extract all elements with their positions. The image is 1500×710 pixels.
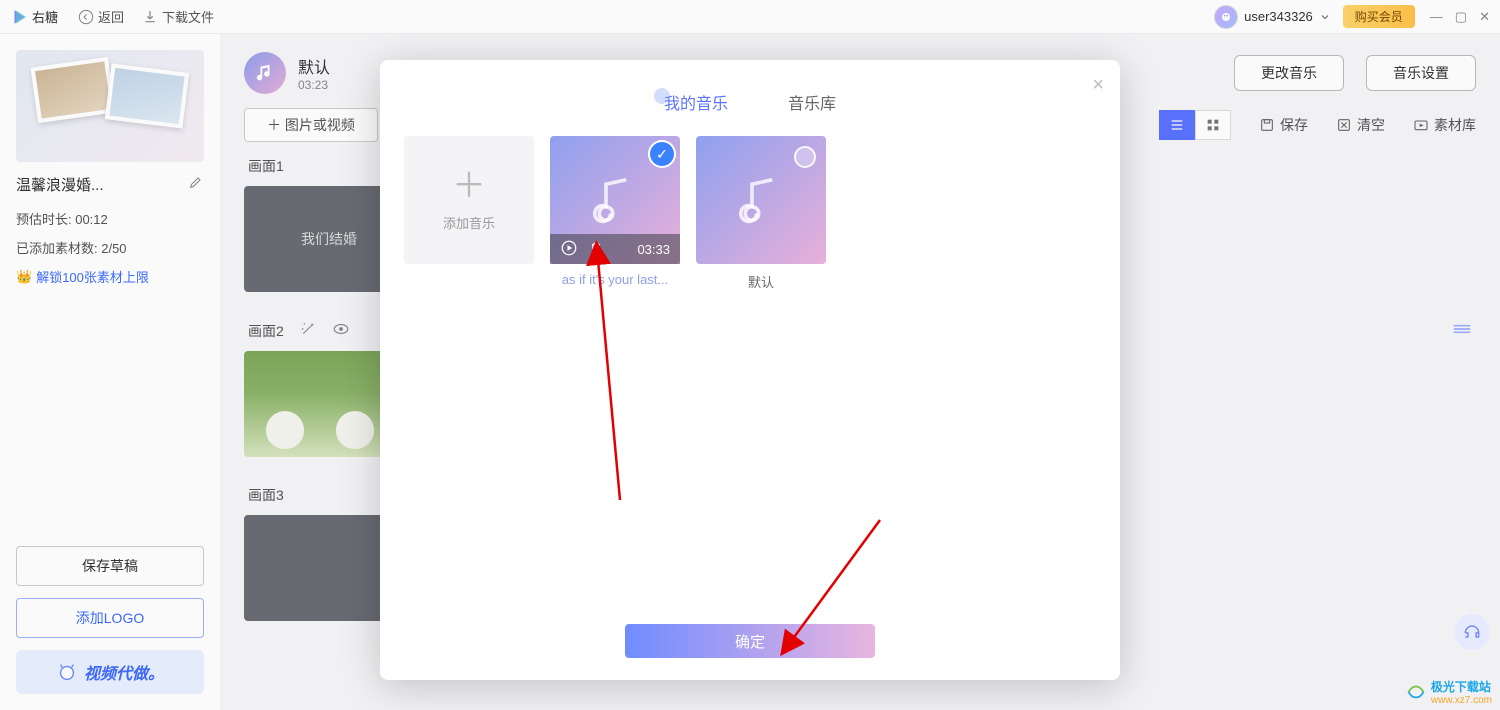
play-icon [560, 239, 578, 257]
music-item-2[interactable]: 默认 [696, 136, 826, 291]
add-music-label: 添加音乐 [443, 213, 495, 232]
unselected-ring-icon [794, 146, 816, 168]
tab-music-library[interactable]: 音乐库 [786, 86, 838, 118]
tab-my-music[interactable]: 我的音乐 [662, 86, 730, 118]
music-duration: 03:33 [637, 242, 670, 257]
headset-icon [1462, 622, 1482, 642]
confirm-button[interactable]: 确定 [625, 624, 875, 658]
modal-close-button[interactable]: × [1092, 74, 1104, 97]
help-button[interactable] [1454, 614, 1490, 650]
music-item-label: as if it's your last... [550, 272, 680, 287]
music-item-1[interactable]: ✓ 03:33 as if it's your last... [550, 136, 680, 287]
plus-icon: ＋ [452, 169, 486, 203]
delete-button[interactable] [588, 240, 604, 259]
watermark-icon [1405, 681, 1427, 703]
music-item-label: 默认 [696, 272, 826, 291]
selected-check-icon: ✓ [650, 142, 674, 166]
music-modal: × 我的音乐 音乐库 ＋ 添加音乐 ✓ 03 [380, 60, 1120, 680]
watermark: 极光下载站 www.xz7.com [1405, 678, 1492, 706]
add-music-card[interactable]: ＋ 添加音乐 [404, 136, 534, 264]
play-button[interactable] [560, 239, 578, 260]
modal-overlay: × 我的音乐 音乐库 ＋ 添加音乐 ✓ 03 [0, 0, 1500, 710]
trash-icon [588, 240, 604, 256]
